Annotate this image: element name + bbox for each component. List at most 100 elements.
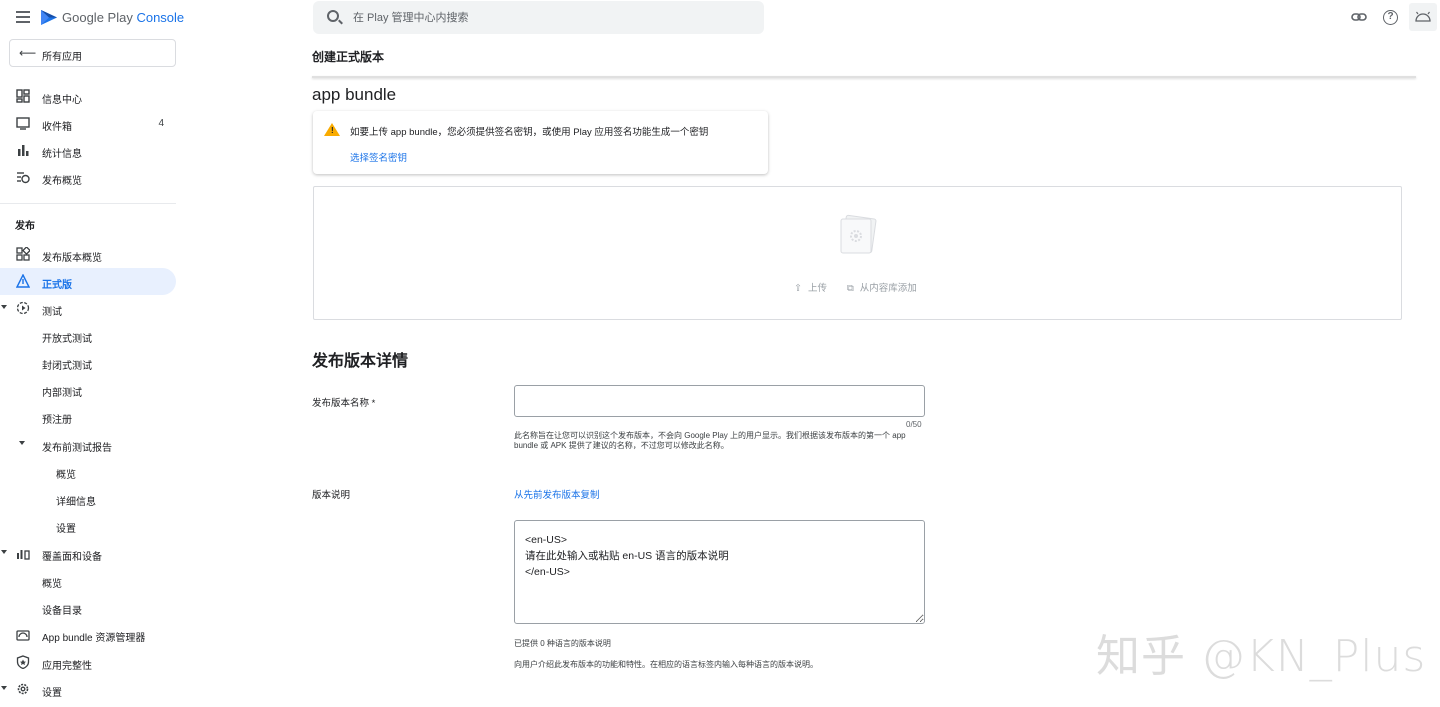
sidebar-item-device-catalog[interactable]: 设备目录: [0, 594, 176, 621]
release-name-input[interactable]: [514, 385, 925, 417]
sidebar-item-label: 应用完整性: [42, 661, 92, 672]
search-icon: [327, 10, 339, 22]
bar-chart-icon: [18, 145, 29, 156]
all-apps-button[interactable]: ⟵ 所有应用: [9, 39, 176, 67]
release-notes-help: 向用户介绍此发布版本的功能和特性。在相应的语言标签内输入每种语言的版本说明。: [514, 660, 818, 669]
app-package-icon: [840, 214, 877, 254]
sidebar-item-label: 覆盖面和设备: [42, 552, 102, 563]
upload-label: 上传: [807, 283, 827, 294]
sidebar-item-inbox[interactable]: 收件箱 4: [0, 110, 176, 137]
sidebar-item-label: 详细信息: [56, 497, 96, 508]
warning-message: 如要上传 app bundle，您必须提供签名密钥，或使用 Play 应用签名功…: [350, 127, 709, 138]
sidebar-item-statistics[interactable]: 统计信息: [0, 137, 176, 164]
sidebar-item-label: 内部测试: [42, 388, 82, 399]
signing-key-warning-card: ! 如要上传 app bundle，您必须提供签名密钥，或使用 Play 应用签…: [313, 111, 768, 174]
sidebar-section-release: 发布: [15, 221, 35, 232]
sidebar-item-label: 设置: [42, 688, 62, 699]
sidebar-item-label: 发布前测试报告: [42, 443, 112, 454]
link-icon[interactable]: [1350, 8, 1368, 26]
expand-caret-icon[interactable]: [1, 550, 7, 554]
sidebar-item-dashboard[interactable]: 信息中心: [0, 83, 176, 110]
upload-icon: ⇪: [794, 283, 802, 294]
sidebar-item-label: 概览: [56, 470, 76, 481]
inbox-icon: [16, 117, 30, 130]
search-input[interactable]: [353, 9, 753, 27]
add-from-library-button[interactable]: ⧉ 从内容库添加: [847, 280, 917, 294]
sidebar-item-closed-testing[interactable]: 封闭式测试: [0, 349, 176, 376]
sidebar-item-app-integrity[interactable]: 应用完整性: [0, 649, 176, 676]
copy-from-previous-link[interactable]: 从先前发布版本复制: [514, 487, 600, 501]
bundle-drop-zone[interactable]: ⇪ 上传 ⧉ 从内容库添加: [313, 186, 1402, 320]
sidebar-item-pre-launch-report[interactable]: 发布前测试报告: [0, 431, 176, 458]
search-bar[interactable]: [313, 1, 764, 34]
shield-icon: [16, 655, 30, 669]
languages-count-note: 已提供 0 种语言的版本说明: [514, 639, 611, 648]
sidebar-item-report-overview[interactable]: 概览: [0, 458, 176, 485]
sidebar-item-internal-testing[interactable]: 内部测试: [0, 376, 176, 403]
app-header: Google Play Console: [0, 0, 185, 36]
sidebar-item-report-details[interactable]: 详细信息: [0, 485, 176, 512]
sidebar-item-production[interactable]: 正式版: [0, 268, 176, 295]
testing-icon: [16, 301, 30, 315]
sidebar-item-label: 设置: [56, 524, 76, 535]
page-title: 创建正式版本: [312, 50, 385, 64]
sidebar-item-label: 封闭式测试: [42, 361, 92, 372]
logo-main-text: Google Play: [62, 10, 133, 25]
play-console-logo-icon: [41, 10, 57, 25]
sidebar-item-label: 统计信息: [42, 149, 82, 160]
expand-caret-icon[interactable]: [1, 686, 7, 690]
sidebar-item-open-testing[interactable]: 开放式测试: [0, 322, 176, 349]
releases-overview-icon: [16, 247, 30, 261]
sidebar-item-report-settings[interactable]: 设置: [0, 512, 176, 539]
production-icon: [16, 274, 30, 288]
sidebar-divider: [0, 203, 176, 204]
sidebar: Google Play Console ⟵ 所有应用 信息中心 收件箱 4 统计…: [0, 0, 185, 707]
sidebar-item-bundle-explorer[interactable]: App bundle 资源管理器: [0, 621, 176, 648]
release-name-label: 发布版本名称 *: [312, 398, 376, 409]
sidebar-item-settings[interactable]: 设置: [0, 676, 176, 703]
library-icon: ⧉: [847, 283, 854, 294]
sidebar-item-label: 信息中心: [42, 95, 82, 106]
sidebar-item-reach-devices[interactable]: 覆盖面和设备: [0, 540, 176, 567]
android-app-icon[interactable]: [1409, 3, 1437, 31]
expand-caret-icon[interactable]: [19, 441, 25, 445]
sidebar-item-label: 正式版: [42, 280, 72, 291]
inbox-count-badge: 4: [158, 118, 164, 129]
watermark: 知乎 @KN_Plus: [1096, 631, 1427, 682]
release-details-heading: 发布版本详情: [312, 353, 409, 370]
release-name-counter: 0/50: [906, 420, 922, 429]
publishing-history-icon: [17, 172, 30, 184]
gear-icon: [17, 683, 29, 695]
sidebar-item-label: 测试: [42, 307, 62, 318]
library-label: 从内容库添加: [859, 283, 917, 294]
release-notes-textarea[interactable]: <en-US> 请在此处输入或粘贴 en-US 语言的版本说明 </en-US>: [514, 520, 925, 624]
choose-signing-key-link[interactable]: 选择签名密钥: [350, 150, 407, 164]
header-divider: [312, 76, 1416, 78]
expand-caret-icon[interactable]: [1, 305, 7, 309]
app-bundle-heading: app bundle: [312, 85, 397, 104]
menu-icon[interactable]: [16, 11, 30, 23]
logo-sub-text: Console: [136, 10, 185, 25]
sidebar-item-releases-overview[interactable]: 发布版本概览: [0, 241, 176, 268]
sidebar-item-label: App bundle 资源管理器: [42, 633, 146, 644]
help-icon[interactable]: ?: [1383, 10, 1398, 25]
android-icon: [1415, 11, 1431, 22]
sidebar-item-publishing-overview[interactable]: 发布概览: [0, 164, 176, 191]
sidebar-item-label: 开放式测试: [42, 334, 92, 345]
sidebar-item-label: 发布概览: [42, 176, 82, 187]
release-notes-label: 版本说明: [312, 490, 351, 501]
bundle-explorer-icon: [16, 630, 30, 641]
all-apps-label: 所有应用: [42, 52, 82, 63]
upload-button[interactable]: ⇪ 上传: [794, 280, 827, 294]
sidebar-item-label: 收件箱: [42, 122, 72, 133]
sidebar-item-pre-registration[interactable]: 预注册: [0, 403, 176, 430]
reach-devices-icon: [17, 550, 30, 560]
sidebar-item-testing[interactable]: 测试: [0, 295, 176, 322]
release-name-help: 此名称旨在让您可以识别这个发布版本，不会向 Google Play 上的用户显示…: [514, 431, 906, 450]
back-arrow-icon: ⟵: [19, 46, 37, 60]
sidebar-item-label: 发布版本概览: [42, 253, 102, 264]
app-logo-text[interactable]: Google Play Console: [62, 10, 184, 25]
warning-icon: !: [324, 123, 340, 136]
sidebar-item-reach-overview[interactable]: 概览: [0, 567, 176, 594]
sidebar-item-label: 概览: [42, 579, 62, 590]
